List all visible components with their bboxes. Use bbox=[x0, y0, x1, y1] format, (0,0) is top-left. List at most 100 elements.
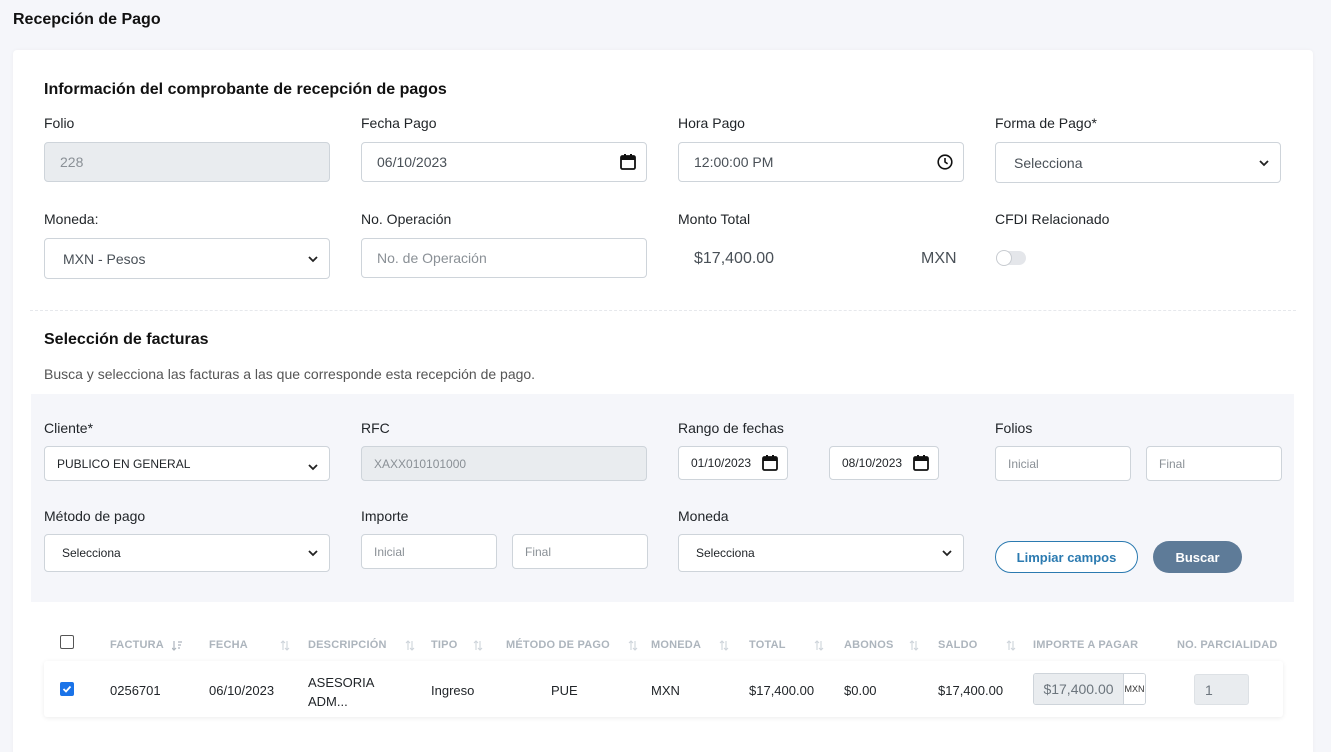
clear-fields-button[interactable]: Limpiar campos bbox=[995, 541, 1138, 573]
fecha-fin-input[interactable]: 08/10/2023 bbox=[829, 446, 939, 480]
rfc-label: RFC bbox=[361, 420, 390, 436]
facturas-description: Busca y selecciona las facturas a las qu… bbox=[44, 366, 536, 382]
fecha-pago-input[interactable]: 06/10/2023 bbox=[361, 142, 647, 182]
column-header-factura[interactable]: FACTURA bbox=[110, 639, 182, 651]
no-operacion-label: No. Operación bbox=[361, 211, 452, 227]
column-header-moneda[interactable]: MONEDA bbox=[651, 639, 729, 651]
column-header-tipo[interactable]: TIPO bbox=[431, 639, 483, 651]
cell-tipo: Ingreso bbox=[431, 683, 475, 698]
importe-final-input[interactable]: Final bbox=[512, 534, 648, 569]
sort-icon bbox=[474, 639, 483, 651]
sort-icon bbox=[719, 639, 729, 651]
folios-label: Folios bbox=[995, 420, 1033, 436]
metodo-pago-value: Selecciona bbox=[62, 546, 121, 560]
moneda-filter-label: Moneda bbox=[678, 508, 729, 524]
monto-total-value: $17,400.00 bbox=[694, 250, 775, 267]
importe-inicial-input[interactable]: Inicial bbox=[361, 534, 497, 569]
moneda-label: Moneda: bbox=[44, 211, 99, 227]
column-header-importe-pagar: IMPORTE A PAGAR bbox=[1033, 639, 1139, 651]
payment-card: Información del comprobante de recepción… bbox=[13, 50, 1313, 752]
folio-inicial-input[interactable]: Inicial bbox=[995, 446, 1131, 481]
monto-total-label: Monto Total bbox=[678, 211, 751, 227]
forma-pago-label: Forma de Pago* bbox=[995, 115, 1097, 131]
calendar-icon[interactable] bbox=[913, 455, 929, 472]
cliente-value: PUBLICO EN GENERAL bbox=[57, 456, 191, 471]
column-header-descripcion[interactable]: DESCRIPCIÓN bbox=[308, 639, 415, 651]
importe-pagar-currency: MXN bbox=[1123, 674, 1145, 704]
calendar-icon[interactable] bbox=[620, 154, 636, 171]
cell-metodo-pago: PUE bbox=[551, 683, 578, 698]
folio-inicial-placeholder: Inicial bbox=[1008, 456, 1039, 471]
row-checkbox[interactable] bbox=[60, 682, 74, 696]
no-parcialidad-input[interactable]: 1 bbox=[1194, 674, 1249, 705]
rfc-value: XAXX010101000 bbox=[374, 456, 467, 471]
metodo-pago-select[interactable]: Selecciona bbox=[44, 534, 330, 572]
folio-label: Folio bbox=[44, 115, 75, 131]
folio-value: 228 bbox=[60, 154, 84, 170]
cell-saldo: $17,400.00 bbox=[938, 683, 1004, 698]
importe-label: Importe bbox=[361, 508, 409, 524]
cliente-select[interactable]: PUBLICO EN GENERAL bbox=[44, 446, 330, 481]
cell-factura: 0256701 bbox=[110, 683, 161, 698]
folio-final-input[interactable]: Final bbox=[1146, 446, 1282, 481]
rfc-input[interactable]: XAXX010101000 bbox=[361, 446, 647, 481]
forma-pago-value: Selecciona bbox=[1014, 154, 1083, 171]
column-header-no-parcialidad: NO. PARCIALIDAD bbox=[1177, 639, 1278, 651]
cfdi-relacionado-toggle[interactable] bbox=[996, 250, 1026, 266]
calendar-icon[interactable] bbox=[762, 455, 778, 472]
fecha-inicio-value: 01/10/2023 bbox=[691, 456, 752, 470]
fecha-inicio-input[interactable]: 01/10/2023 bbox=[678, 446, 788, 480]
column-header-abonos[interactable]: ABONOS bbox=[844, 639, 919, 651]
hora-pago-input[interactable]: 12:00:00 PM bbox=[678, 142, 964, 182]
cell-abonos: $0.00 bbox=[844, 683, 877, 698]
search-button[interactable]: Buscar bbox=[1153, 541, 1242, 573]
hora-pago-label: Hora Pago bbox=[678, 115, 745, 131]
fecha-fin-value: 08/10/2023 bbox=[842, 456, 903, 470]
chevron-down-icon bbox=[941, 547, 953, 559]
column-header-fecha[interactable]: FECHA bbox=[209, 639, 290, 651]
info-section-title: Información del comprobante de recepción… bbox=[44, 81, 447, 98]
importe-pagar-input[interactable]: $17,400.00 MXN bbox=[1033, 673, 1146, 705]
fecha-pago-value: 06/10/2023 bbox=[377, 154, 448, 170]
forma-pago-select[interactable]: Selecciona bbox=[995, 142, 1281, 183]
moneda-filter-value: Selecciona bbox=[696, 546, 755, 560]
chevron-down-icon bbox=[1258, 157, 1270, 169]
toggle-knob bbox=[996, 250, 1012, 266]
importe-inicial-placeholder: Inicial bbox=[374, 544, 405, 559]
no-operacion-input[interactable]: No. de Operación bbox=[361, 238, 647, 278]
facturas-section-title: Selección de facturas bbox=[44, 331, 209, 348]
moneda-value: MXN - Pesos bbox=[63, 250, 146, 267]
sort-icon bbox=[405, 639, 414, 651]
hora-pago-value: 12:00:00 PM bbox=[694, 154, 774, 170]
chevron-down-icon bbox=[307, 253, 319, 265]
column-header-saldo[interactable]: SALDO bbox=[938, 639, 1016, 651]
folio-final-placeholder: Final bbox=[1159, 456, 1186, 471]
monto-total-currency: MXN bbox=[921, 250, 957, 267]
check-icon bbox=[62, 685, 72, 693]
importe-final-placeholder: Final bbox=[525, 544, 552, 559]
cell-descripcion: ASESORIA ADM... bbox=[308, 675, 375, 709]
sort-icon bbox=[628, 639, 638, 651]
sort-icon bbox=[910, 639, 919, 651]
importe-pagar-value: $17,400.00 bbox=[1034, 674, 1123, 704]
column-header-metodo-pago[interactable]: MÉTODO DE PAGO bbox=[506, 639, 638, 651]
select-all-checkbox[interactable] bbox=[60, 635, 74, 649]
clock-icon[interactable] bbox=[937, 154, 953, 170]
section-divider bbox=[30, 310, 1296, 311]
moneda-filter-select[interactable]: Selecciona bbox=[678, 534, 964, 572]
column-header-total[interactable]: TOTAL bbox=[749, 639, 824, 651]
sort-icon bbox=[1006, 639, 1015, 651]
sort-desc-icon bbox=[171, 640, 182, 651]
cell-moneda: MXN bbox=[651, 683, 680, 698]
metodo-pago-label: Método de pago bbox=[44, 508, 146, 524]
chevron-down-icon bbox=[307, 461, 319, 473]
no-operacion-placeholder: No. de Operación bbox=[377, 250, 487, 266]
page-title: Recepción de Pago bbox=[13, 11, 161, 28]
chevron-down-icon bbox=[307, 547, 319, 559]
cliente-label: Cliente* bbox=[44, 420, 94, 436]
moneda-select[interactable]: MXN - Pesos bbox=[44, 238, 330, 279]
sort-icon bbox=[280, 639, 290, 651]
folio-input[interactable]: 228 bbox=[44, 142, 330, 182]
fecha-pago-label: Fecha Pago bbox=[361, 115, 437, 131]
cfdi-relacionado-label: CFDI Relacionado bbox=[995, 211, 1110, 227]
